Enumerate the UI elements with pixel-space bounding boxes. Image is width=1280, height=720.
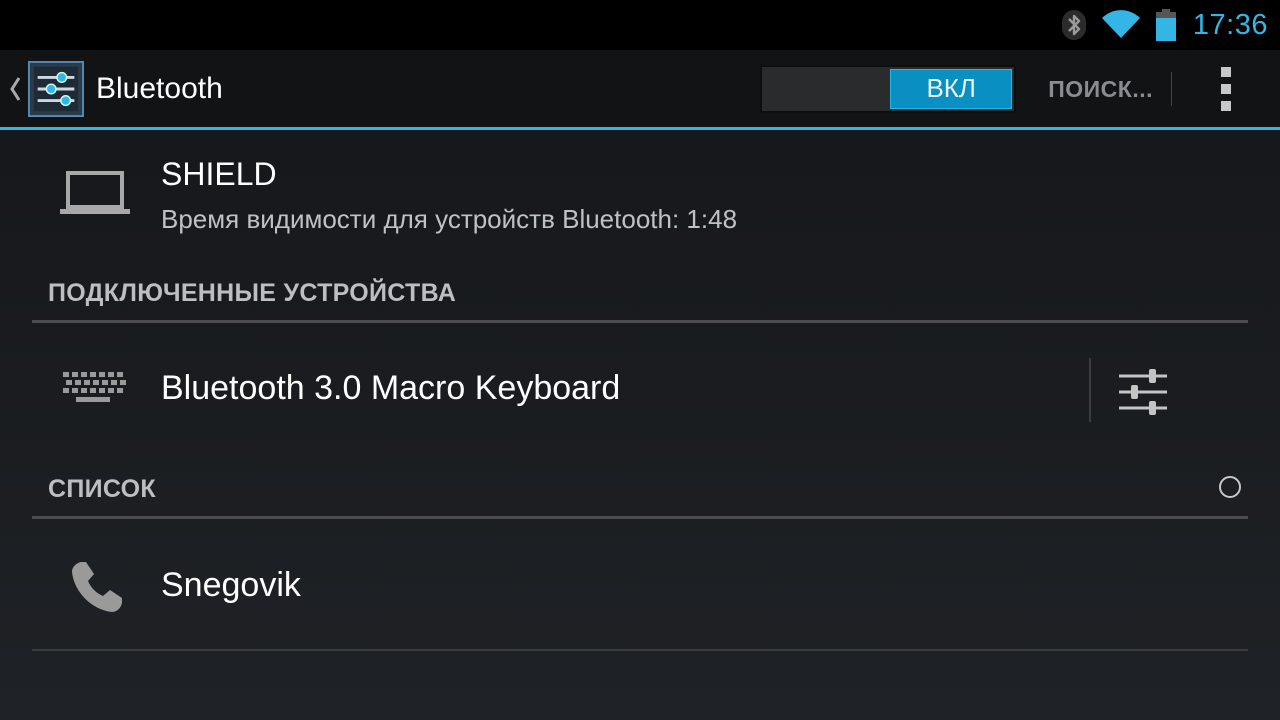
section-title-paired: ПОДКЛЮЧЕННЫЕ УСТРОЙСТВА xyxy=(48,279,457,307)
scanning-progress-icon xyxy=(1219,476,1241,498)
list-item-available-device[interactable]: Snegovik xyxy=(32,534,1248,644)
toggle-thumb: ВКЛ xyxy=(890,68,1013,109)
wifi-icon xyxy=(1101,10,1141,40)
local-device[interactable]: SHIELD Время видимости для устройств Blu… xyxy=(0,152,1280,252)
clock: 17:36 xyxy=(1192,8,1268,41)
divider xyxy=(32,516,1248,519)
action-bar: Bluetooth ВКЛ ПОИСК... xyxy=(0,50,1280,130)
divider xyxy=(32,649,1248,651)
settings-separator xyxy=(1089,358,1091,422)
page-title: Bluetooth xyxy=(96,71,223,105)
up-caret-icon[interactable] xyxy=(2,75,28,103)
bluetooth-toggle[interactable]: ВКЛ xyxy=(760,64,1017,113)
overflow-menu-icon[interactable] xyxy=(1172,50,1280,127)
laptop-icon xyxy=(58,168,132,223)
bluetooth-icon xyxy=(1061,9,1087,41)
phone-icon xyxy=(70,558,126,619)
list-item-paired-device[interactable]: Bluetooth 3.0 Macro Keyboard xyxy=(32,338,1248,448)
keyboard-icon xyxy=(62,371,128,410)
device-name: SHIELD xyxy=(161,156,277,192)
status-icons: 17:36 xyxy=(1061,9,1268,42)
settings-app-icon[interactable] xyxy=(28,60,84,117)
visibility-timeout: Время видимости для устройств Bluetooth:… xyxy=(161,204,738,234)
device-label: Bluetooth 3.0 Macro Keyboard xyxy=(161,369,621,407)
settings-sliders-icon[interactable] xyxy=(1115,364,1171,420)
device-label: Snegovik xyxy=(161,566,301,604)
section-title-available: СПИСОК xyxy=(48,475,156,503)
search-button[interactable]: ПОИСК... xyxy=(1048,71,1172,106)
divider xyxy=(32,320,1248,323)
battery-icon xyxy=(1155,9,1177,41)
status-bar: 17:36 xyxy=(0,0,1280,50)
